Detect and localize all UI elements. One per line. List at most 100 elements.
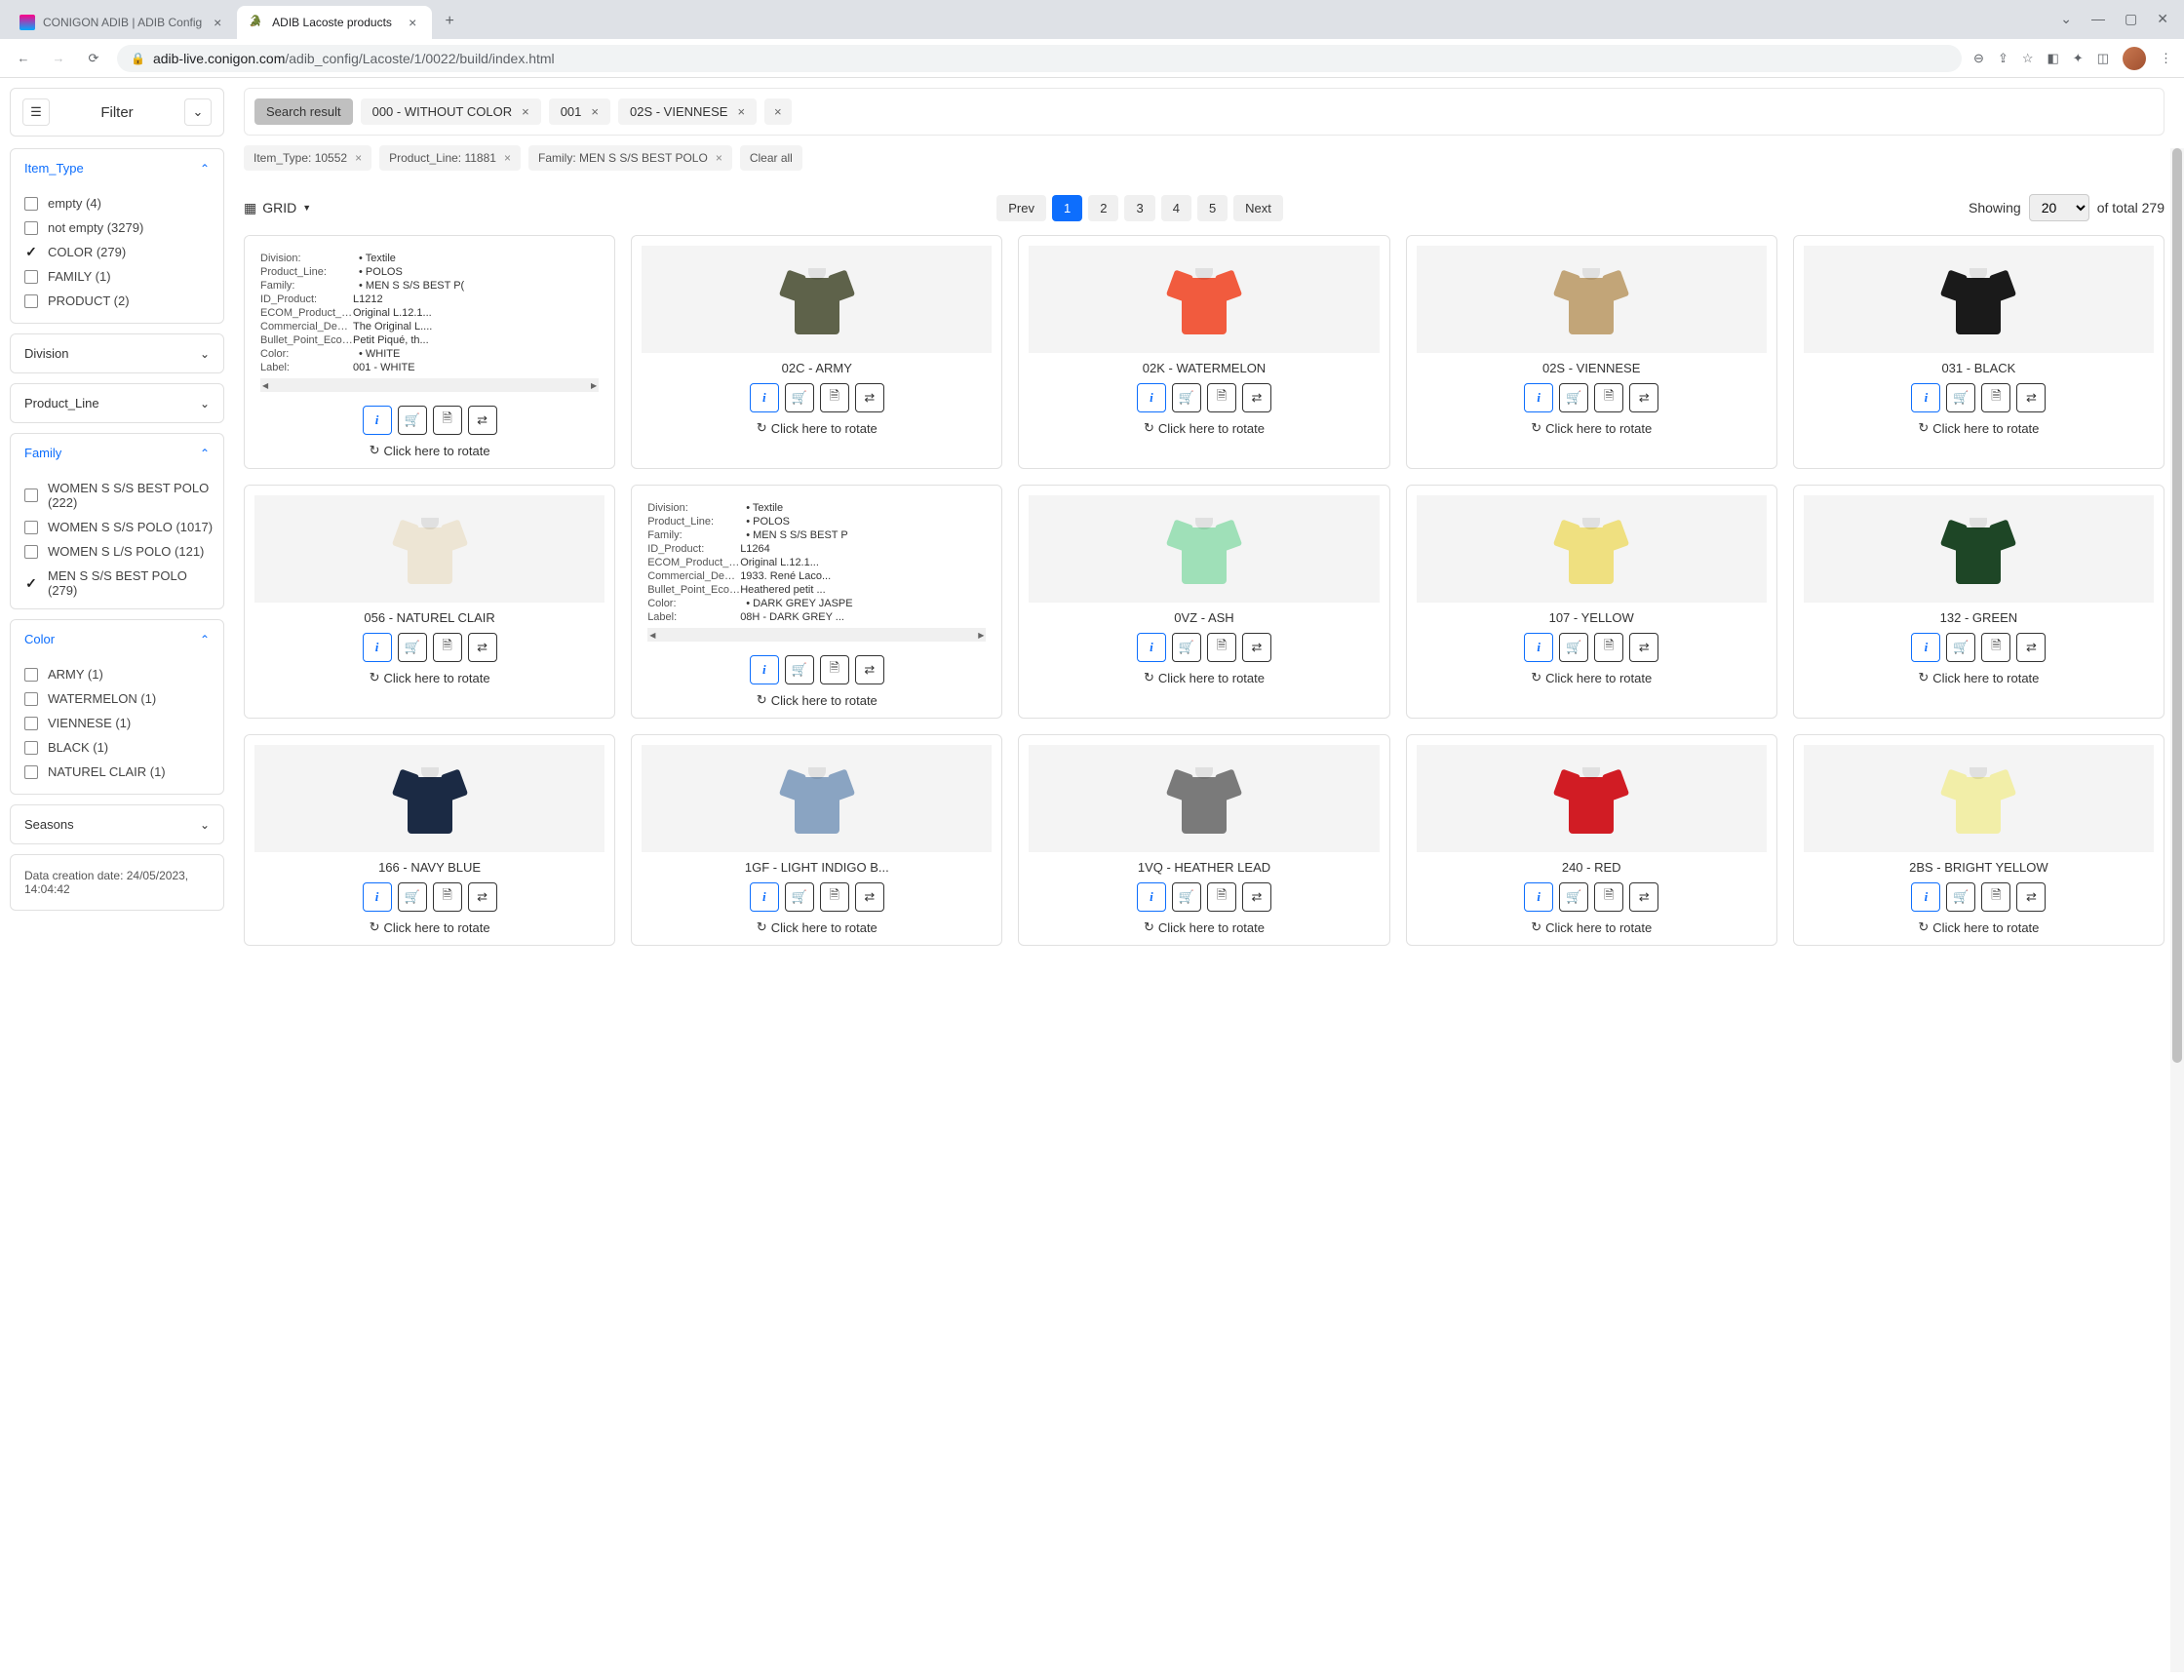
compare-button[interactable]: ⇄ <box>468 633 497 662</box>
close-icon[interactable]: × <box>210 15 225 30</box>
file-button[interactable]: 🗎 <box>1207 383 1236 412</box>
rotate-link[interactable]: ↻Click here to rotate <box>1918 420 2039 436</box>
info-button[interactable]: i <box>363 633 392 662</box>
info-button[interactable]: i <box>750 882 779 912</box>
next-button[interactable]: Next <box>1233 195 1283 221</box>
rotate-link[interactable]: ↻Click here to rotate <box>1144 670 1265 685</box>
rotate-link[interactable]: ↻Click here to rotate <box>1144 420 1265 436</box>
page-button[interactable]: 4 <box>1161 195 1191 221</box>
filter-option[interactable]: VIENNESE (1) <box>24 711 214 735</box>
file-button[interactable]: 🗎 <box>433 882 462 912</box>
info-button[interactable]: i <box>750 655 779 684</box>
filter-chip[interactable]: Product_Line: 11881× <box>379 145 521 171</box>
rotate-link[interactable]: ↻Click here to rotate <box>370 443 490 458</box>
compare-button[interactable]: ⇄ <box>855 882 884 912</box>
info-button[interactable]: i <box>1911 633 1940 662</box>
chevron-down-icon[interactable]: ⌄ <box>184 98 212 126</box>
filter-group-toggle[interactable]: Family ⌃ <box>11 434 223 472</box>
rotate-link[interactable]: ↻Click here to rotate <box>1144 919 1265 935</box>
cart-button[interactable]: 🛒 <box>1172 882 1201 912</box>
compare-button[interactable]: ⇄ <box>1242 882 1271 912</box>
filter-option[interactable]: ARMY (1) <box>24 662 214 686</box>
file-button[interactable]: 🗎 <box>1594 383 1623 412</box>
compare-button[interactable]: ⇄ <box>1242 383 1271 412</box>
filter-group-toggle[interactable]: Item_Type ⌃ <box>11 149 223 187</box>
compare-button[interactable]: ⇄ <box>855 655 884 684</box>
profile-avatar[interactable] <box>2123 47 2146 70</box>
info-button[interactable]: i <box>1137 633 1166 662</box>
page-button[interactable]: 2 <box>1088 195 1118 221</box>
filter-option[interactable]: COLOR (279) <box>24 240 214 264</box>
filter-option[interactable]: MEN S S/S BEST POLO (279) <box>24 564 214 603</box>
rotate-link[interactable]: ↻Click here to rotate <box>370 919 490 935</box>
info-button[interactable]: i <box>363 406 392 435</box>
cart-button[interactable]: 🛒 <box>1946 633 1975 662</box>
rotate-link[interactable]: ↻Click here to rotate <box>757 420 878 436</box>
horizontal-scrollbar[interactable]: ◀▶ <box>260 378 599 392</box>
info-button[interactable]: i <box>1911 383 1940 412</box>
page-button[interactable]: 3 <box>1124 195 1154 221</box>
close-icon[interactable]: × <box>591 104 599 119</box>
file-button[interactable]: 🗎 <box>820 655 849 684</box>
chevron-down-icon[interactable]: ⌄ <box>2060 11 2072 27</box>
compare-button[interactable]: ⇄ <box>2016 383 2046 412</box>
filter-group-toggle[interactable]: Seasons ⌄ <box>11 805 223 843</box>
compare-button[interactable]: ⇄ <box>468 882 497 912</box>
file-button[interactable]: 🗎 <box>820 882 849 912</box>
cart-button[interactable]: 🛒 <box>398 406 427 435</box>
prev-button[interactable]: Prev <box>996 195 1046 221</box>
search-tab[interactable]: 001× <box>549 98 610 125</box>
rotate-link[interactable]: ↻Click here to rotate <box>370 670 490 685</box>
minimize-icon[interactable]: — <box>2091 11 2105 27</box>
compare-button[interactable]: ⇄ <box>2016 633 2046 662</box>
back-button[interactable]: ← <box>12 47 35 70</box>
puzzle-icon[interactable]: ✦ <box>2073 51 2084 66</box>
page-size-select[interactable]: 20 <box>2029 194 2089 221</box>
info-button[interactable]: i <box>1137 383 1166 412</box>
rotate-link[interactable]: ↻Click here to rotate <box>757 919 878 935</box>
filter-group-toggle[interactable]: Product_Line ⌄ <box>11 384 223 422</box>
compare-button[interactable]: ⇄ <box>468 406 497 435</box>
filter-option[interactable]: MEN S L/S BEST POLO (104) <box>24 603 214 608</box>
rotate-link[interactable]: ↻Click here to rotate <box>757 692 878 708</box>
filter-group-toggle[interactable]: Color ⌃ <box>11 620 223 658</box>
search-tab[interactable]: 000 - WITHOUT COLOR× <box>361 98 541 125</box>
search-tab[interactable]: 02S - VIENNESE× <box>618 98 757 125</box>
filter-option[interactable]: WATERMELON (1) <box>24 686 214 711</box>
info-button[interactable]: i <box>750 383 779 412</box>
cart-button[interactable]: 🛒 <box>1559 383 1588 412</box>
close-window-icon[interactable]: ✕ <box>2157 11 2168 27</box>
cart-button[interactable]: 🛒 <box>398 633 427 662</box>
reload-button[interactable]: ⟳ <box>82 47 105 70</box>
maximize-icon[interactable]: ▢ <box>2125 11 2137 27</box>
cart-button[interactable]: 🛒 <box>785 882 814 912</box>
filter-option[interactable]: empty (4) <box>24 191 214 215</box>
filter-group-toggle[interactable]: Division ⌄ <box>11 334 223 372</box>
close-icon[interactable]: × <box>716 151 722 165</box>
file-button[interactable]: 🗎 <box>433 406 462 435</box>
share-icon[interactable]: ⇪ <box>1998 51 2008 66</box>
file-button[interactable]: 🗎 <box>1207 882 1236 912</box>
file-button[interactable]: 🗎 <box>1207 633 1236 662</box>
cart-button[interactable]: 🛒 <box>1946 383 1975 412</box>
clear-all-chip[interactable]: Clear all <box>740 145 802 171</box>
file-button[interactable]: 🗎 <box>1981 633 2010 662</box>
filter-option[interactable]: WOMEN S S/S POLO (1017) <box>24 515 214 539</box>
filter-option[interactable]: FAMILY (1) <box>24 264 214 289</box>
rotate-link[interactable]: ↻Click here to rotate <box>1531 670 1652 685</box>
info-button[interactable]: i <box>1524 383 1553 412</box>
filter-option[interactable]: not empty (3279) <box>24 215 214 240</box>
filter-option[interactable]: BLACK (1) <box>24 735 214 760</box>
cart-button[interactable]: 🛒 <box>1946 882 1975 912</box>
kebab-menu-icon[interactable]: ⋮ <box>2160 51 2172 66</box>
file-button[interactable]: 🗎 <box>1594 882 1623 912</box>
rotate-link[interactable]: ↻Click here to rotate <box>1918 919 2039 935</box>
rotate-link[interactable]: ↻Click here to rotate <box>1918 670 2039 685</box>
compare-button[interactable]: ⇄ <box>1242 633 1271 662</box>
horizontal-scrollbar[interactable]: ◀▶ <box>647 628 986 642</box>
search-tab-result[interactable]: Search result <box>254 98 353 125</box>
file-button[interactable]: 🗎 <box>820 383 849 412</box>
info-button[interactable]: i <box>363 882 392 912</box>
rotate-link[interactable]: ↻Click here to rotate <box>1531 919 1652 935</box>
close-icon[interactable]: × <box>405 15 420 30</box>
